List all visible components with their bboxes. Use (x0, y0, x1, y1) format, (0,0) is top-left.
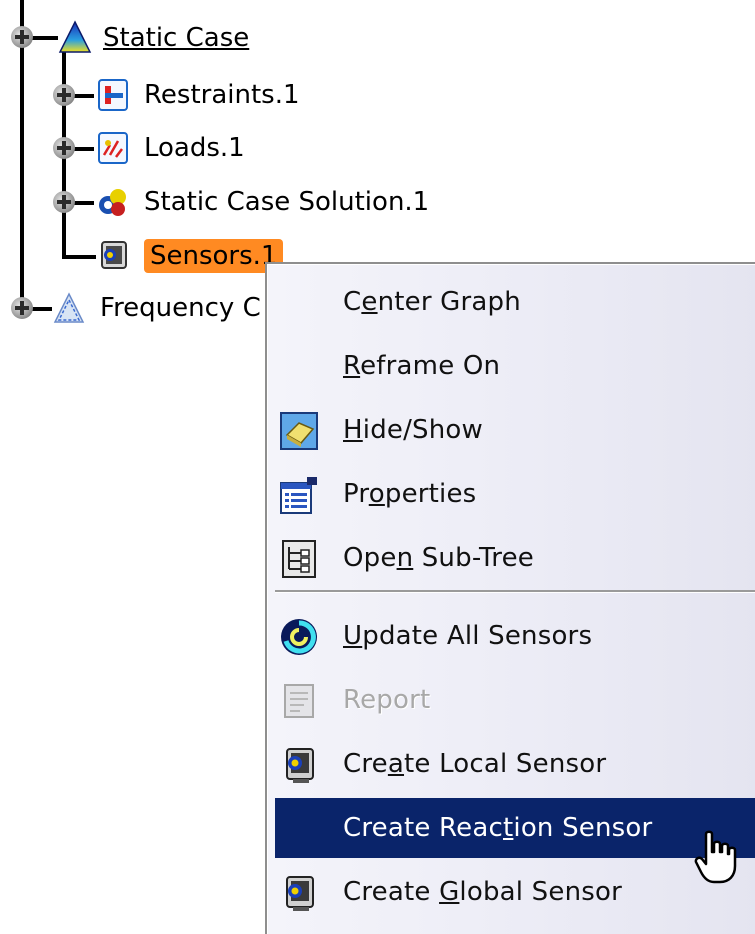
menu-item-label: Create (343, 877, 440, 907)
menu-item-label: perties (384, 479, 477, 509)
menu-item-label: Report (343, 685, 431, 715)
expand-node-solution[interactable] (53, 191, 75, 213)
solution-icon (99, 189, 126, 216)
menu-item-create-global-sensor[interactable]: Create Global Sensor (275, 862, 755, 922)
tree-item-frequency-case[interactable]: Frequency C (100, 291, 261, 325)
open-subtree-icon (282, 540, 316, 578)
menu-item-label: ide/Show (362, 415, 484, 445)
tree-item-restraints[interactable]: Restraints.1 (144, 78, 300, 112)
menu-item-label: eframe On (360, 351, 501, 381)
menu-item-hide-show[interactable]: Hide/Show (275, 400, 755, 460)
tree-line (30, 307, 52, 311)
menu-item-label: Cre (343, 749, 388, 779)
menu-item-mnemonic: R (343, 351, 361, 381)
menu-item-label: Sub-Tree (413, 543, 534, 573)
hide-show-icon (280, 412, 318, 450)
expand-node-static-case[interactable] (11, 26, 33, 48)
tree-item-static-case[interactable]: Static Case (103, 21, 249, 55)
menu-item-label: lobal Sensor (459, 877, 622, 907)
menu-item-open-sub-tree[interactable]: Open Sub-Tree (275, 528, 755, 588)
loads-icon (98, 132, 128, 164)
frequency-case-icon (53, 292, 85, 323)
sensors-icon (101, 241, 127, 269)
menu-item-mnemonic: H (343, 415, 363, 445)
menu-item-mnemonic: G (439, 877, 460, 907)
menu-item-label: ion Sensor (513, 813, 653, 843)
menu-item-center-graph[interactable]: Center Graph (275, 272, 755, 332)
menu-item-create-local-sensor[interactable]: Create Local Sensor (275, 734, 755, 794)
menu-item-properties[interactable]: Properties (275, 464, 755, 524)
menu-item-label: nter Graph (377, 287, 521, 317)
expand-node-loads[interactable] (53, 137, 75, 159)
tree-item-sensors[interactable]: Sensors.1 (144, 239, 284, 273)
tree-line (72, 201, 94, 205)
menu-item-label: Create Reac (343, 813, 503, 843)
menu-item-mnemonic: n (396, 543, 414, 573)
restraints-icon (98, 79, 128, 111)
report-icon (284, 684, 314, 718)
menu-item-label: te Local Sensor (404, 749, 607, 779)
menu-item-label: pdate All Sensors (362, 621, 593, 651)
tree-item-loads[interactable]: Loads.1 (144, 131, 245, 165)
static-case-icon (58, 20, 92, 53)
menu-item-create-reaction-sensor[interactable]: Create Reaction Sensor (275, 798, 755, 858)
tree-line (62, 255, 96, 259)
menu-separator (275, 590, 755, 593)
tree-line (72, 147, 94, 151)
context-menu: Center Graph Reframe On Hide/Show Proper… (265, 262, 755, 934)
menu-item-reframe-on[interactable]: Reframe On (275, 336, 755, 396)
menu-item-mnemonic: e (361, 287, 378, 317)
tree-line (72, 94, 94, 98)
expand-node-frequency[interactable] (11, 297, 33, 319)
menu-item-mnemonic: t (502, 813, 514, 843)
tree-line (30, 36, 58, 40)
menu-item-update-all-sensors[interactable]: Update All Sensors (275, 606, 755, 666)
hand-cursor-icon (694, 830, 737, 884)
tree-item-solution[interactable]: Static Case Solution.1 (144, 185, 429, 219)
menu-item-label: Ope (343, 543, 397, 573)
menu-item-report: Report (275, 670, 755, 730)
menu-item-mnemonic: U (343, 621, 363, 651)
local-sensor-icon (286, 748, 314, 783)
menu-item-label: C (343, 287, 362, 317)
menu-item-mnemonic: a (387, 749, 405, 779)
menu-item-label: Pr (343, 479, 369, 509)
global-sensor-icon (286, 876, 314, 911)
properties-icon (280, 477, 317, 514)
menu-item-mnemonic: o (368, 479, 385, 509)
expand-node-restraints[interactable] (53, 84, 75, 106)
update-sensors-icon (281, 619, 317, 655)
